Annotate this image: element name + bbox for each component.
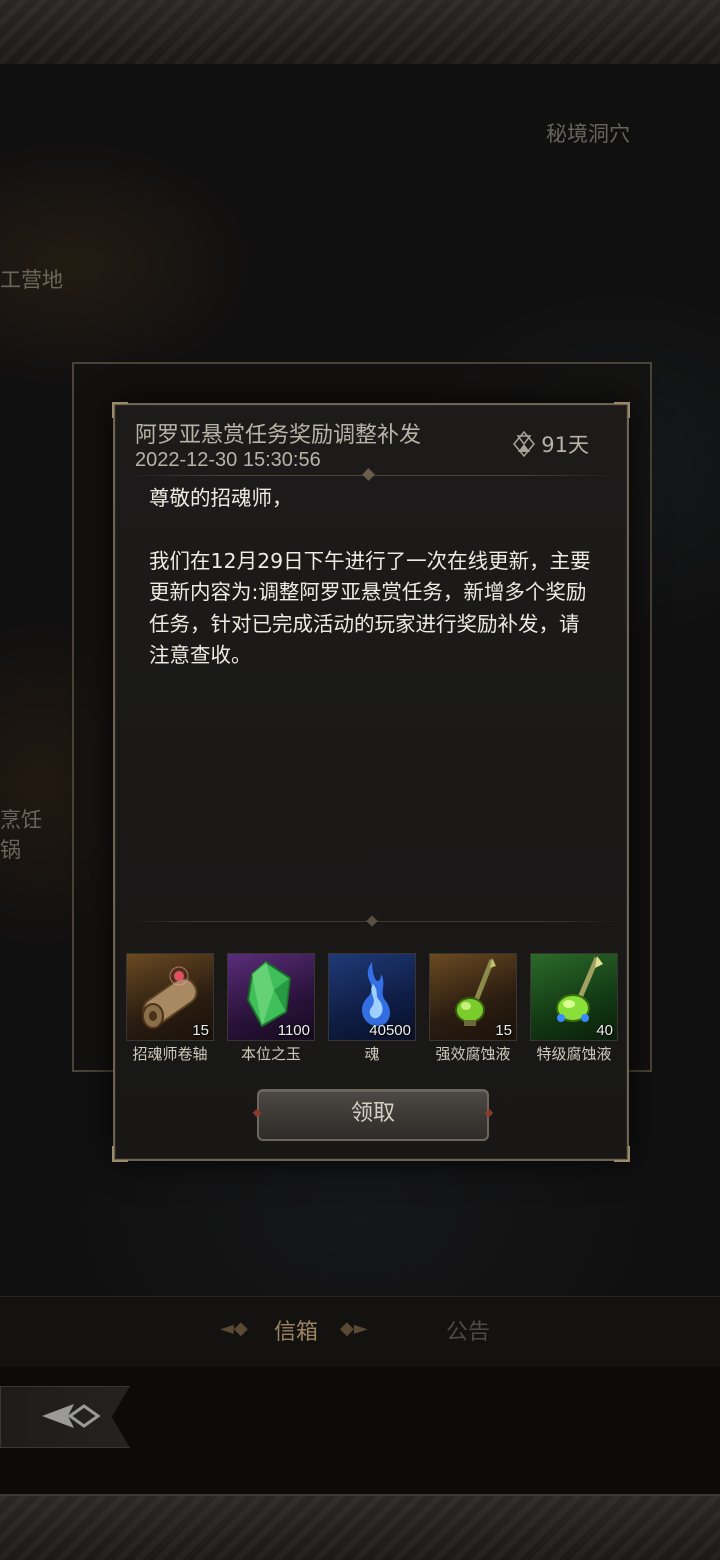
hourglass-icon xyxy=(513,430,536,458)
mail-title: 阿罗亚悬赏任务奖励调整补发 xyxy=(135,423,422,448)
item-slot[interactable]: 15 xyxy=(429,953,517,1041)
item-slot[interactable]: 1100 xyxy=(227,953,315,1041)
divider-ornament xyxy=(362,468,375,481)
mail-detail-dialog: 阿罗亚悬赏任务奖励调整补发 2022-12-30 15:30:56 91天 尊敬… xyxy=(112,402,630,1162)
back-arrow-icon[interactable] xyxy=(40,1398,104,1434)
item-name: 本位之玉 xyxy=(240,1045,301,1063)
item-count: 15 xyxy=(192,1022,209,1039)
location-label-camp: 工营地 xyxy=(0,268,63,292)
location-label-cooking-pot: 烹饪锅 xyxy=(0,808,42,862)
bottom-frame xyxy=(0,1494,720,1560)
expire-indicator: 91天 xyxy=(513,429,589,459)
reward-items: 15 招魂师卷轴 1100 本位之玉 40500 魂 15 强效腐蚀液 40 特… xyxy=(126,953,622,1065)
tab-announcement[interactable]: 公告 xyxy=(446,1314,490,1346)
reward-item[interactable]: 15 招魂师卷轴 xyxy=(126,953,214,1065)
item-slot[interactable]: 40 xyxy=(530,953,618,1041)
tab-ornament-right-icon: ◆► xyxy=(340,1318,368,1339)
item-name: 招魂师卷轴 xyxy=(132,1045,208,1063)
mail-greeting: 尊敬的招魂师， xyxy=(149,486,293,510)
top-frame xyxy=(0,0,720,66)
corner-ornament xyxy=(112,1146,128,1162)
corner-ornament xyxy=(112,402,128,418)
reward-item[interactable]: 15 强效腐蚀液 xyxy=(429,953,517,1065)
item-slot[interactable]: 15 xyxy=(126,953,214,1041)
location-label-secret-cave: 秘境洞穴 xyxy=(546,122,630,146)
reward-item[interactable]: 40 特级腐蚀液 xyxy=(530,953,618,1065)
item-name: 魂 xyxy=(364,1045,380,1063)
mail-content: 我们在12月29日下午进行了一次在线更新，主要更新内容为:调整阿罗亚悬赏任务，新… xyxy=(149,548,591,668)
item-count: 15 xyxy=(495,1022,512,1039)
mail-date: 2022-12-30 15:30:56 xyxy=(135,449,321,471)
item-name: 特级腐蚀液 xyxy=(536,1045,612,1063)
item-count: 1100 xyxy=(277,1022,310,1039)
item-name: 强效腐蚀液 xyxy=(435,1045,511,1063)
tab-ornament-left-icon: ◄◆ xyxy=(220,1318,248,1339)
item-count: 40 xyxy=(596,1022,613,1039)
mail-body: 尊敬的招魂师， 我们在12月29日下午进行了一次在线更新，主要更新内容为:调整阿… xyxy=(149,483,599,672)
divider-ornament xyxy=(366,915,378,927)
corner-ornament xyxy=(614,402,630,418)
corner-ornament xyxy=(614,1146,630,1162)
tab-mailbox[interactable]: 信箱 xyxy=(274,1314,318,1346)
reward-item[interactable]: 1100 本位之玉 xyxy=(227,953,315,1065)
expire-days: 91天 xyxy=(541,433,589,457)
claim-button[interactable]: 领取 xyxy=(257,1089,489,1141)
reward-item[interactable]: 40500 魂 xyxy=(328,953,416,1065)
item-count: 40500 xyxy=(369,1022,411,1039)
item-slot[interactable]: 40500 xyxy=(328,953,416,1041)
